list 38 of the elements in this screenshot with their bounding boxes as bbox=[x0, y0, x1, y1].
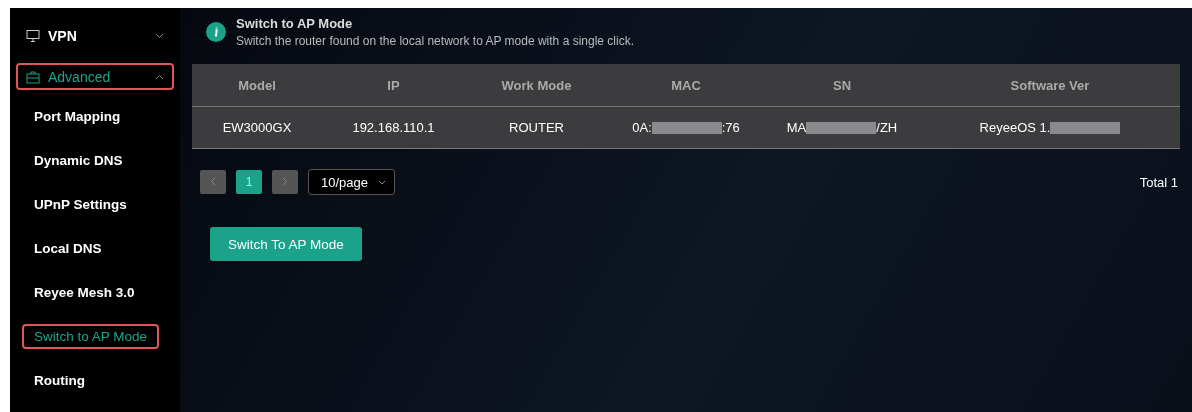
chevron-left-icon bbox=[210, 177, 216, 186]
notice-title: Switch to AP Mode bbox=[236, 16, 354, 31]
chevron-down-icon bbox=[378, 179, 386, 185]
table-cell: ReyeeOS 1. bbox=[920, 120, 1180, 135]
column-header: Model bbox=[237, 77, 277, 93]
table-cell-text: ROUTER bbox=[508, 120, 565, 135]
column-header: Work Mode bbox=[500, 77, 573, 93]
table-cell-text: 0A: :76 bbox=[631, 120, 741, 135]
sidebar-menu-item[interactable]: Advanced bbox=[16, 63, 174, 90]
column-header: MAC bbox=[670, 77, 702, 93]
column-header: Software Ver bbox=[1009, 77, 1091, 93]
sidebar-submenu-item[interactable]: Routing bbox=[22, 368, 97, 393]
sidebar-submenu-item[interactable]: Port Mapping bbox=[22, 104, 133, 129]
sidebar-submenu-item[interactable]: UPnP Settings bbox=[22, 192, 139, 217]
column-header: IP bbox=[386, 77, 401, 93]
sidebar-menu-item[interactable]: VPN bbox=[16, 22, 174, 49]
chevron-down-icon bbox=[155, 32, 164, 39]
chevron-up-icon bbox=[155, 73, 164, 80]
briefcase-icon bbox=[26, 69, 40, 84]
sidebar-submenu-item[interactable]: Reyee Mesh 3.0 bbox=[22, 280, 147, 305]
chevron-right-icon bbox=[282, 177, 288, 186]
next-page-button[interactable] bbox=[272, 170, 298, 194]
redaction-block bbox=[1050, 121, 1121, 134]
sidebar-submenu-item[interactable]: Switch to AP Mode bbox=[22, 324, 160, 349]
column-header: SN bbox=[831, 77, 853, 93]
table-cell-text: EW3000GX bbox=[221, 120, 293, 135]
previous-page-button[interactable] bbox=[200, 170, 226, 194]
notice-text: Switch the router found on the local network to AP mode with a single click. bbox=[236, 34, 634, 48]
monitor-icon bbox=[26, 28, 40, 43]
sidebar-submenu-item[interactable]: Dynamic DNS bbox=[22, 148, 135, 173]
table-cell-text: MA /ZH bbox=[785, 120, 899, 135]
sidebar-submenu-item[interactable]: Local DNS bbox=[22, 236, 114, 261]
page-size-select[interactable]: 10/page bbox=[308, 169, 395, 195]
table-cell-text: 192.168.110.1 bbox=[351, 120, 436, 135]
total-count: Total 1 bbox=[1139, 174, 1178, 190]
redaction-block bbox=[651, 121, 722, 134]
info-icon bbox=[206, 22, 226, 42]
redaction-block bbox=[806, 121, 877, 134]
